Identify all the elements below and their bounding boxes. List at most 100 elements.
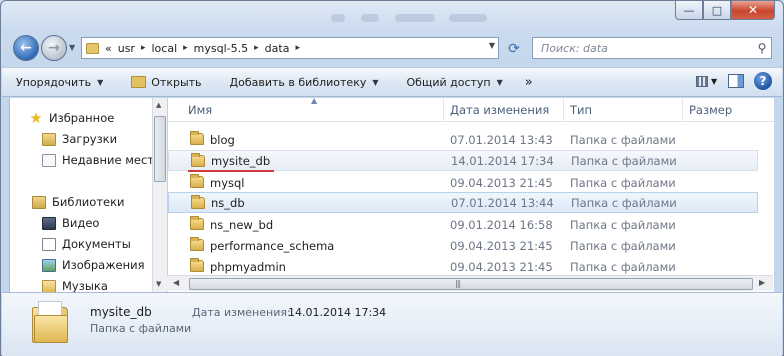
chevron-right-icon[interactable]: ▸ [141, 43, 146, 53]
sidebar-item-label: Видео [62, 216, 100, 230]
breadcrumb-item[interactable]: local ▸ [152, 42, 188, 55]
sidebar-item-music[interactable]: Музыка [42, 276, 108, 292]
refresh-icon[interactable]: ⟳ [504, 40, 524, 58]
sidebar-item-downloads[interactable]: Загрузки [42, 129, 117, 149]
file-date: 14.01.2014 17:34 [451, 153, 554, 168]
breadcrumb-overflow[interactable]: « [105, 42, 112, 55]
details-date-value: 14.01.2014 17:34 [288, 306, 387, 319]
sidebar-item-label: Загрузки [62, 132, 118, 146]
file-name: ns_new_bd [210, 217, 274, 232]
recent-pages-dropdown-icon[interactable]: ▼ [69, 43, 75, 52]
documents-icon [42, 237, 56, 251]
file-type: Папка с файлами [570, 217, 676, 232]
search-box[interactable]: ⚲ [532, 37, 772, 59]
sidebar-item-label: Музыка [62, 279, 108, 292]
column-type[interactable]: Тип [564, 98, 683, 122]
sidebar-item-video[interactable]: Видео [42, 213, 99, 233]
file-type: Папка с файлами [571, 195, 677, 210]
file-row-mysql[interactable]: mysql 09.04.2013 21:45 Папка с файлами [168, 172, 758, 193]
folder-icon [191, 195, 205, 209]
file-type: Папка с файлами [571, 153, 677, 168]
scroll-left-icon[interactable]: ◀ [173, 278, 179, 287]
breadcrumb-item[interactable]: mysql-5.5 ▸ [194, 42, 259, 55]
share-button[interactable]: Общий доступ ▼ [393, 68, 517, 96]
red-underline-annotation [188, 170, 274, 172]
chevron-down-icon: ▼ [372, 77, 379, 87]
file-row-mysite-db[interactable]: mysite_db 14.01.2014 17:34 Папка с файла… [168, 150, 758, 171]
breadcrumb-item[interactable]: usr ▸ [118, 42, 146, 55]
file-row-ns-db[interactable]: ns_db 07.01.2014 13:44 Папка с файлами [168, 192, 758, 213]
search-input[interactable] [541, 41, 753, 55]
recent-places-icon [42, 153, 56, 167]
organize-button[interactable]: Упорядочить ▼ [2, 68, 117, 96]
folder-icon [190, 237, 204, 251]
scroll-down-icon[interactable]: ▼ [156, 280, 161, 288]
more-commands-button[interactable]: » [517, 68, 541, 96]
folder-icon [86, 42, 99, 54]
title-bar-blur [331, 11, 531, 29]
close-button[interactable]: ✕ [731, 1, 775, 20]
folder-front-shape [34, 315, 68, 343]
sidebar-item-favorites[interactable]: ★ Избранное [28, 108, 114, 128]
scrollbar-thumb[interactable] [154, 116, 166, 182]
scrollbar-grip-icon: ||| [455, 279, 461, 288]
file-name: blog [210, 132, 235, 147]
address-dropdown-icon[interactable]: ▼ [489, 41, 495, 50]
video-icon [42, 216, 56, 230]
add-to-library-button[interactable]: Добавить в библиотеку ▼ [216, 68, 393, 96]
file-name: phpmyadmin [210, 259, 286, 274]
details-item-type: Папка с файлами [90, 322, 192, 335]
column-size[interactable]: Размер [683, 98, 774, 122]
add-to-library-label: Добавить в библиотеку [229, 75, 367, 89]
chevron-right-icon[interactable]: ▸ [295, 43, 300, 53]
preview-pane-icon[interactable] [728, 74, 744, 88]
chevron-down-icon: ▼ [711, 76, 718, 86]
sidebar-item-libraries[interactable]: Библиотеки [32, 192, 125, 212]
change-view-button[interactable]: ▼ [696, 72, 718, 90]
sidebar-item-label: Избранное [49, 111, 115, 125]
sidebar-item-label: Библиотеки [52, 195, 125, 209]
folder-icon [190, 258, 204, 272]
sidebar-item-label: Документы [62, 237, 131, 251]
minimize-button[interactable]: — [675, 1, 703, 20]
address-bar[interactable]: « usr ▸ local ▸ mysql-5.5 ▸ data ▸ ▼ [81, 37, 499, 59]
open-folder-icon [131, 76, 147, 88]
sidebar-item-images[interactable]: Изображения [42, 255, 145, 275]
open-button[interactable]: Открыть [117, 68, 215, 96]
file-type: Папка с файлами [570, 259, 676, 274]
sidebar-item-label: Недавние места [62, 153, 162, 167]
search-icon[interactable]: ⚲ [753, 41, 771, 55]
folder-icon [190, 216, 204, 230]
open-label: Открыть [151, 75, 202, 89]
scroll-right-icon[interactable]: ▶ [759, 278, 765, 287]
maximize-button[interactable]: □ [703, 1, 731, 20]
file-type: Папка с файлами [570, 175, 676, 190]
file-row-blog[interactable]: blog 07.01.2014 13:43 Папка с файлами [168, 129, 758, 150]
forward-button[interactable]: → [41, 35, 67, 61]
scroll-up-icon[interactable]: ▲ [156, 101, 161, 109]
file-row-performance-schema[interactable]: performance_schema 09.04.2013 21:45 Папк… [168, 235, 758, 256]
folder-icon [190, 174, 204, 188]
help-icon[interactable]: ? [754, 72, 772, 90]
window-controls: — □ ✕ [675, 1, 775, 20]
chevron-right-icon[interactable]: ▸ [254, 43, 259, 53]
scrollbar-thumb[interactable] [189, 278, 753, 290]
music-icon [42, 279, 56, 292]
navigation-pane: ★ Избранное Загрузки Недавние места Библ… [9, 98, 165, 292]
file-name: mysql [210, 175, 245, 190]
chevron-down-icon: ▼ [97, 77, 104, 87]
details-item-name: mysite_db [90, 305, 152, 319]
large-folder-icon [32, 301, 70, 343]
file-row-ns-new-bd[interactable]: ns_new_bd 09.01.2014 16:58 Папка с файла… [168, 214, 758, 235]
sidebar-item-documents[interactable]: Документы [42, 234, 131, 254]
navigation-scrollbar[interactable]: ▲ ▼ [152, 98, 167, 292]
column-name[interactable]: Имя [182, 98, 444, 122]
chevron-right-icon[interactable]: ▸ [183, 43, 188, 53]
horizontal-scrollbar[interactable]: ◀ ||| ▶ [167, 275, 773, 291]
column-date[interactable]: Дата изменения [444, 98, 564, 122]
view-controls: ▼ ? [696, 72, 772, 90]
back-button[interactable]: ← [13, 35, 39, 61]
sidebar-item-recent[interactable]: Недавние места [42, 150, 161, 170]
file-row-phpmyadmin[interactable]: phpmyadmin 09.04.2013 21:45 Папка с файл… [168, 256, 758, 277]
breadcrumb-item[interactable]: data ▸ [265, 42, 300, 55]
